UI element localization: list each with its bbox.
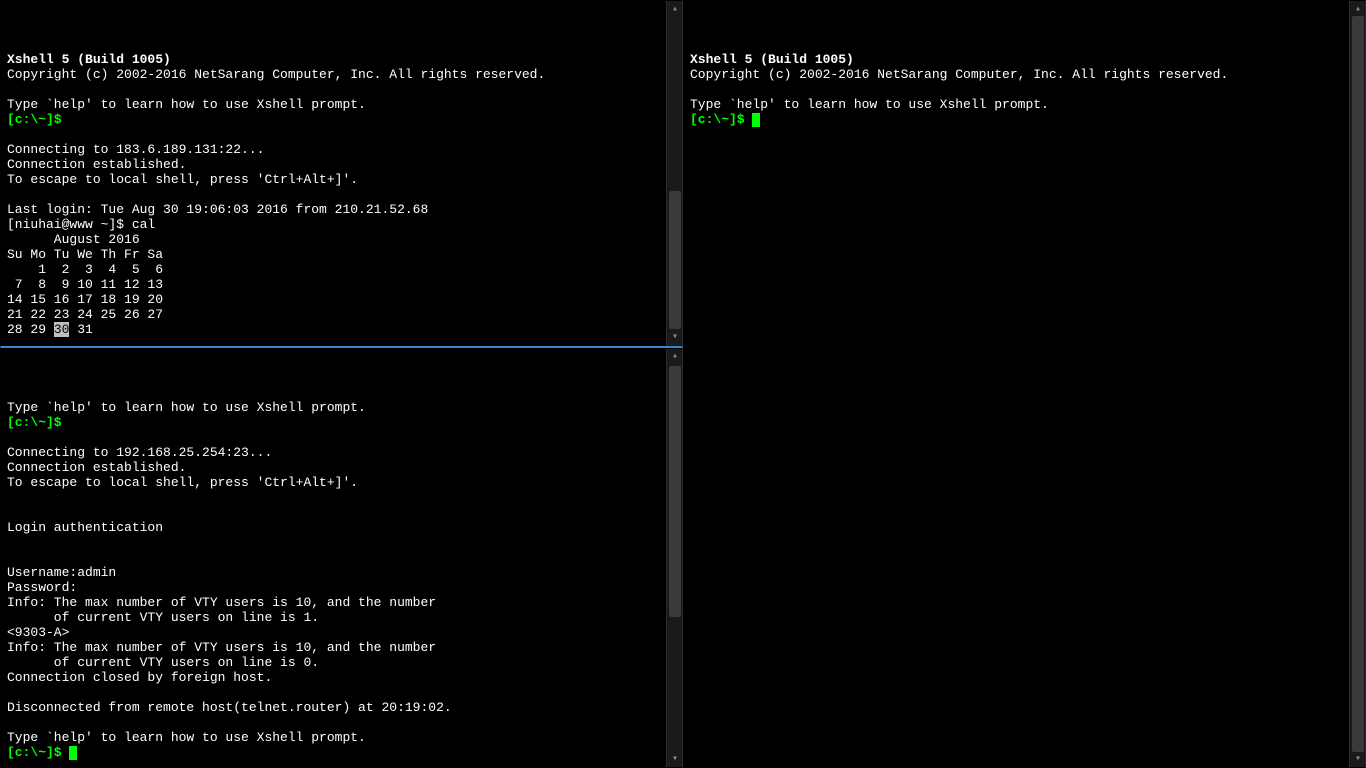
cal-header: Su Mo Tu We Th Fr Sa: [7, 247, 163, 262]
scrollbar[interactable]: ▴ ▾: [666, 349, 682, 767]
scroll-down-icon[interactable]: ▾: [667, 330, 683, 346]
terminal-pane-right[interactable]: Xshell 5 (Build 1005) Copyright (c) 2002…: [683, 0, 1366, 768]
cal-row: 7 8 9 10 11 12 13: [7, 277, 163, 292]
app-title: Xshell 5 (Build 1005): [7, 52, 171, 67]
help-text: Type `help' to learn how to use Xshell p…: [690, 97, 1049, 112]
disconnected-text: Disconnected from remote host(telnet.rou…: [7, 700, 452, 715]
shell-prompt: [niuhai@www ~]$: [7, 217, 132, 232]
right-column: Xshell 5 (Build 1005) Copyright (c) 2002…: [683, 0, 1366, 768]
local-prompt: [c:\~]$: [7, 112, 62, 127]
command-text: cal: [132, 217, 155, 232]
cal-row: 14 15 16 17 18 19 20: [7, 292, 163, 307]
cal-row-last-post: 31: [69, 322, 92, 337]
local-prompt: [c:\~]$: [7, 415, 62, 430]
cal-row: 21 22 23 24 25 26 27: [7, 307, 163, 322]
cal-title: August 2016: [7, 232, 140, 247]
cal-row: 1 2 3 4 5 6: [7, 262, 163, 277]
connecting-text: Connecting to 183.6.189.131:22...: [7, 142, 264, 157]
scrollbar[interactable]: ▴ ▾: [666, 1, 682, 346]
scroll-up-icon[interactable]: ▴: [1350, 1, 1366, 17]
info-text: Info: The max number of VTY users is 10,…: [7, 595, 436, 610]
scroll-thumb[interactable]: [669, 191, 681, 329]
scroll-thumb[interactable]: [669, 366, 681, 617]
left-column: Xshell 5 (Build 1005) Copyright (c) 2002…: [0, 0, 683, 768]
cal-row-last-pre: 28 29: [7, 322, 54, 337]
terminal-pane-top-left[interactable]: Xshell 5 (Build 1005) Copyright (c) 2002…: [0, 0, 683, 348]
scroll-down-icon[interactable]: ▾: [1350, 751, 1366, 767]
cursor-icon: [69, 746, 77, 760]
info-text: Info: The max number of VTY users is 10,…: [7, 640, 436, 655]
established-text: Connection established.: [7, 460, 186, 475]
cal-today: 30: [54, 322, 70, 337]
terminal-content: Xshell 5 (Build 1005) Copyright (c) 2002…: [690, 37, 1359, 127]
local-prompt: [c:\~]$: [7, 745, 69, 760]
escape-text: To escape to local shell, press 'Ctrl+Al…: [7, 475, 358, 490]
established-text: Connection established.: [7, 157, 186, 172]
terminal-content: Xshell 5 (Build 1005) Copyright (c) 2002…: [7, 37, 676, 348]
local-prompt: [c:\~]$: [690, 112, 752, 127]
scroll-up-icon[interactable]: ▴: [667, 1, 683, 17]
scrollbar[interactable]: ▴ ▾: [1349, 1, 1365, 767]
help-text: Type `help' to learn how to use Xshell p…: [7, 730, 366, 745]
username-text: Username:admin: [7, 565, 116, 580]
help-text: Type `help' to learn how to use Xshell p…: [7, 400, 366, 415]
scroll-up-icon[interactable]: ▴: [667, 349, 683, 365]
app-layout: Xshell 5 (Build 1005) Copyright (c) 2002…: [0, 0, 1366, 768]
cursor-icon: [752, 113, 760, 127]
last-login-text: Last login: Tue Aug 30 19:06:03 2016 fro…: [7, 202, 428, 217]
connecting-text: Connecting to 192.168.25.254:23...: [7, 445, 272, 460]
closed-text: Connection closed by foreign host.: [7, 670, 272, 685]
terminal-content: Type `help' to learn how to use Xshell p…: [7, 385, 676, 760]
login-auth-text: Login authentication: [7, 520, 163, 535]
scroll-down-icon[interactable]: ▾: [667, 751, 683, 767]
info-text: of current VTY users on line is 1.: [7, 610, 319, 625]
terminal-pane-bottom-left[interactable]: Type `help' to learn how to use Xshell p…: [0, 348, 683, 768]
copyright-text: Copyright (c) 2002-2016 NetSarang Comput…: [690, 67, 1228, 82]
device-prompt: <9303-A>: [7, 625, 69, 640]
app-title: Xshell 5 (Build 1005): [690, 52, 854, 67]
info-text: of current VTY users on line is 0.: [7, 655, 319, 670]
help-text: Type `help' to learn how to use Xshell p…: [7, 97, 366, 112]
scroll-thumb[interactable]: [1352, 16, 1364, 751]
copyright-text: Copyright (c) 2002-2016 NetSarang Comput…: [7, 67, 545, 82]
escape-text: To escape to local shell, press 'Ctrl+Al…: [7, 172, 358, 187]
password-text: Password:: [7, 580, 77, 595]
